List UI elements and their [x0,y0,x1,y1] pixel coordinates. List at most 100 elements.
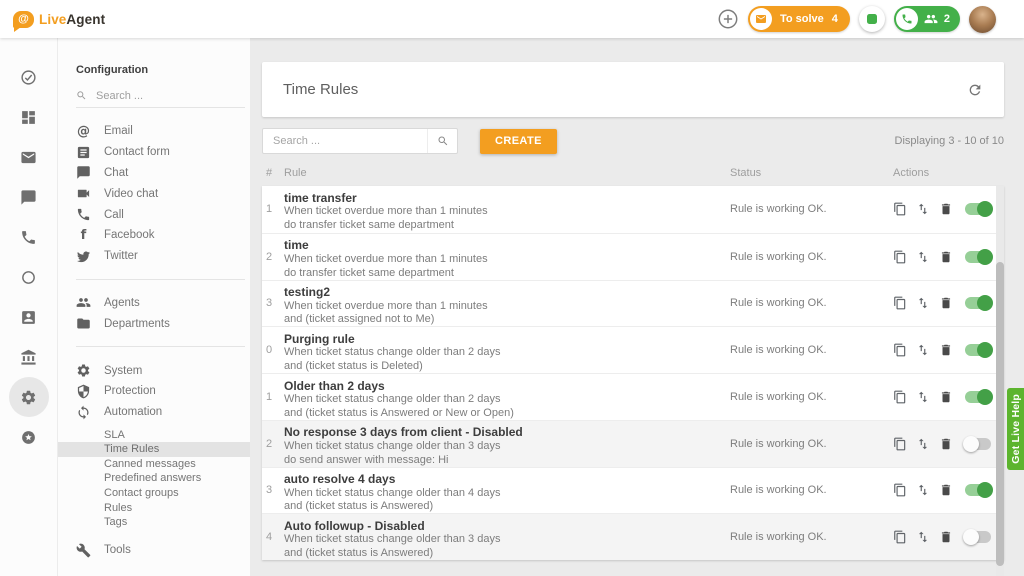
table-row[interactable]: 1 Older than 2 days When ticket status c… [262,373,1004,420]
sidebar-item-facebook[interactable]: f Facebook [76,225,250,246]
rail-item-check-circle[interactable] [9,57,49,97]
reorder-icon[interactable] [916,202,930,216]
rail-item-badge[interactable] [9,417,49,457]
sidebar-item-chat[interactable]: Chat [76,163,250,184]
reorder-icon[interactable] [916,296,930,310]
copy-icon[interactable] [893,390,907,404]
rule-status: Rule is working OK. [730,468,893,514]
column-rule: Rule [284,167,730,181]
sidebar-subitem-tags[interactable]: Tags [76,515,250,530]
rail-item-mail[interactable] [9,137,49,177]
delete-icon[interactable] [939,250,953,264]
sidebar-subitem-contact-groups[interactable]: Contact groups [76,486,250,501]
sidebar-subitem-predefined-answers[interactable]: Predefined answers [76,471,250,486]
reorder-icon[interactable] [916,437,930,451]
rule-enabled-toggle[interactable] [965,484,991,496]
rail-item-circle[interactable] [9,257,49,297]
sidebar-search-input[interactable] [96,90,226,102]
rail-item-bank[interactable] [9,337,49,377]
sidebar-item-agents[interactable]: Agents [76,293,250,314]
chat-icon [20,189,37,206]
delete-icon[interactable] [939,530,953,544]
facebook-icon: f [76,228,91,243]
copy-icon[interactable] [893,250,907,264]
sidebar-item-tools[interactable]: Tools [76,540,250,561]
table-row[interactable]: 3 testing2 When ticket overdue more than… [262,280,1004,327]
table-row[interactable]: 2 time When ticket overdue more than 1 m… [262,233,1004,280]
table-row[interactable]: 2 No response 3 days from client - Disab… [262,420,1004,467]
delete-icon[interactable] [939,202,953,216]
search-icon[interactable] [427,129,457,153]
sidebar-item-label: Twitter [104,250,138,262]
scrollbar-thumb[interactable] [996,262,1004,566]
copy-icon[interactable] [893,202,907,216]
to-solve-button[interactable]: To solve 4 [748,6,850,32]
sidebar-item-call[interactable]: Call [76,204,250,225]
table-row[interactable]: 4 Auto followup - Disabled When ticket s… [262,513,1004,560]
brand-agent: Agent [66,12,105,27]
sidebar-item-email[interactable]: @ Email [76,121,250,142]
sidebar-item-label: Call [104,209,124,221]
sidebar-item-twitter[interactable]: Twitter [76,246,250,267]
main-content: Time Rules CREATE Displaying 3 - 10 of 1… [262,38,1004,560]
copy-icon[interactable] [893,483,907,497]
delete-icon[interactable] [939,483,953,497]
rule-enabled-toggle[interactable] [965,251,991,263]
rule-enabled-toggle[interactable] [965,344,991,356]
calls-button[interactable]: 2 [894,6,960,32]
rule-enabled-toggle[interactable] [965,438,991,450]
sidebar-item-contact-form[interactable]: Contact form [76,142,250,163]
sidebar-subitem-rules[interactable]: Rules [76,501,250,516]
copy-icon[interactable] [893,437,907,451]
sidebar-item-automation[interactable]: Automation [76,402,250,423]
sidebar-subitem-label: Tags [104,515,127,530]
sidebar-item-video-chat[interactable]: Video chat [76,183,250,204]
sidebar-subitem-time-rules[interactable]: Time Rules [58,442,250,457]
table-row[interactable]: 0 Purging rule When ticket status change… [262,326,1004,373]
create-button[interactable]: CREATE [480,129,557,154]
add-icon[interactable] [717,8,739,30]
rule-name: time transfer [284,192,730,206]
sidebar-subitem-sla[interactable]: SLA [76,428,250,443]
copy-icon[interactable] [893,296,907,310]
table-search-input[interactable] [263,135,427,147]
rule-status: Rule is working OK. [730,374,893,420]
reorder-icon[interactable] [916,250,930,264]
left-rail [0,38,58,576]
table-row[interactable]: 3 auto resolve 4 days When ticket status… [262,467,1004,514]
chat-icon [76,165,91,180]
delete-icon[interactable] [939,390,953,404]
rule-enabled-toggle[interactable] [965,391,991,403]
sidebar-subitems: SLA Time Rules Canned messages Predefine… [76,428,250,530]
rail-item-dashboard[interactable] [9,97,49,137]
delete-icon[interactable] [939,437,953,451]
rule-enabled-toggle[interactable] [965,203,991,215]
reorder-icon[interactable] [916,343,930,357]
rail-item-contact-card[interactable] [9,297,49,337]
rail-item-chat[interactable] [9,177,49,217]
copy-icon[interactable] [893,530,907,544]
user-avatar[interactable] [969,6,996,33]
reorder-icon[interactable] [916,483,930,497]
sidebar-item-system[interactable]: System [76,360,250,381]
chat-status-button[interactable] [859,6,885,32]
delete-icon[interactable] [939,296,953,310]
copy-icon[interactable] [893,343,907,357]
sidebar-item-departments[interactable]: Departments [76,313,250,334]
search-icon [76,90,87,101]
get-live-help-button[interactable]: Get Live Help [1007,388,1024,470]
sidebar-item-protection[interactable]: Protection [76,381,250,402]
delete-icon[interactable] [939,343,953,357]
rail-item-gear[interactable] [9,377,49,417]
rule-enabled-toggle[interactable] [965,297,991,309]
rule-name: Purging rule [284,333,730,347]
rail-item-phone[interactable] [9,217,49,257]
column-actions: Actions [893,167,1004,181]
refresh-icon[interactable] [967,82,983,98]
form-icon [76,145,91,160]
table-row[interactable]: 1 time transfer When ticket overdue more… [262,186,1004,233]
rule-enabled-toggle[interactable] [965,531,991,543]
sidebar-subitem-canned-messages[interactable]: Canned messages [76,457,250,472]
reorder-icon[interactable] [916,530,930,544]
reorder-icon[interactable] [916,390,930,404]
